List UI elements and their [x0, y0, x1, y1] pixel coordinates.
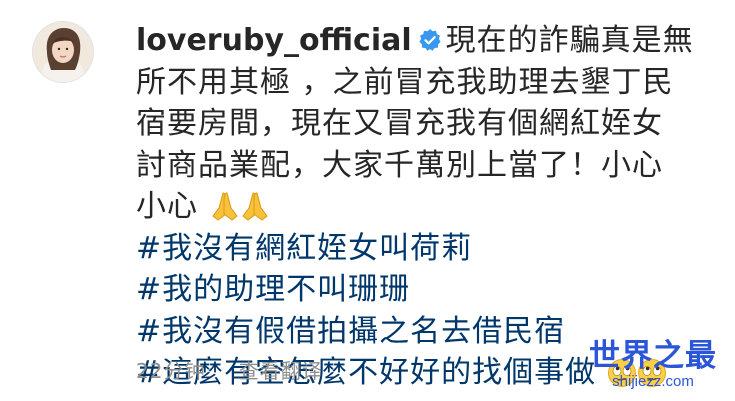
watermark-url: shijiezz.com — [612, 373, 694, 390]
caption-line-4: 討商品業配，大家千萬別上當了！小心 — [136, 147, 663, 183]
caption-line-2: 所不用其極 ，之前冒充我助理去墾丁民 — [136, 64, 674, 100]
caption-line-1: loveruby_official 現在的詐騙真是無 — [136, 20, 696, 62]
username-link[interactable]: loveruby_official — [136, 23, 412, 58]
caption-line-3: 宿要房間，現在又冒充我有個網紅姪女 — [136, 106, 663, 141]
avatar[interactable] — [33, 22, 93, 82]
see-translation-button[interactable]: 查看翻译 — [239, 359, 323, 383]
post-meta: 22分钟 查看翻译 — [136, 355, 349, 384]
watermark: 世界之最 shijiezz.com — [583, 339, 723, 391]
caption-line-5: 小心 — [136, 186, 696, 228]
caption-text: 小心 — [136, 189, 198, 224]
folded-hands-emoji-icon — [211, 192, 268, 221]
hashtag-link[interactable]: #我沒有網紅姪女叫荷莉 — [136, 228, 696, 270]
timestamp: 22分钟 — [136, 359, 206, 383]
caption-text: 現在的詐騙真是無 — [445, 23, 694, 58]
watermark-title: 世界之最 — [589, 338, 717, 374]
hashtag-link[interactable]: #我的助理不叫珊珊 — [136, 269, 696, 311]
verified-badge-icon — [419, 29, 441, 51]
